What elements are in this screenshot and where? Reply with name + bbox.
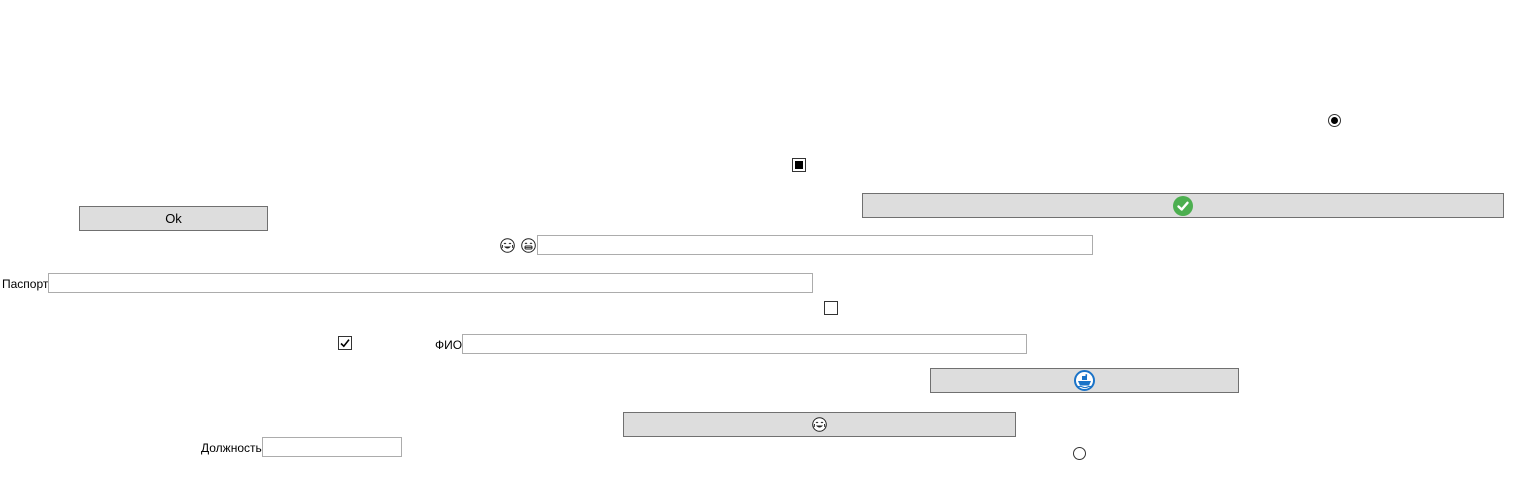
position-field[interactable] — [262, 437, 402, 457]
fio-field[interactable] — [462, 334, 1027, 354]
green-check-icon — [1173, 195, 1193, 216]
emoji-input[interactable] — [537, 235, 1093, 255]
passport-field[interactable] — [48, 273, 813, 293]
confirm-button[interactable] — [862, 193, 1504, 218]
position-label: Должность — [201, 441, 262, 455]
ok-button[interactable]: Ok — [79, 206, 268, 231]
checkbox-indeterminate[interactable] — [792, 158, 806, 172]
radio-button-bottom[interactable] — [1073, 447, 1086, 460]
laughing-emoji-icon — [500, 238, 515, 253]
blue-ship-icon — [1074, 370, 1095, 391]
ship-button[interactable] — [930, 368, 1239, 393]
checkmark-icon — [340, 339, 350, 348]
checkbox-checked[interactable] — [338, 336, 352, 350]
radio-button-top[interactable] — [1328, 114, 1341, 127]
ok-button-label: Ok — [165, 211, 182, 226]
checkbox-empty[interactable] — [824, 301, 838, 315]
fio-label: ФИО — [435, 338, 463, 352]
emoji-button[interactable] — [623, 412, 1016, 437]
checkbox-fill — [795, 161, 803, 169]
grinning-emoji-icon — [521, 238, 536, 253]
passport-label: Паспорт — [2, 277, 49, 291]
laughing-emoji-icon — [812, 417, 827, 432]
radio-dot — [1331, 117, 1338, 124]
